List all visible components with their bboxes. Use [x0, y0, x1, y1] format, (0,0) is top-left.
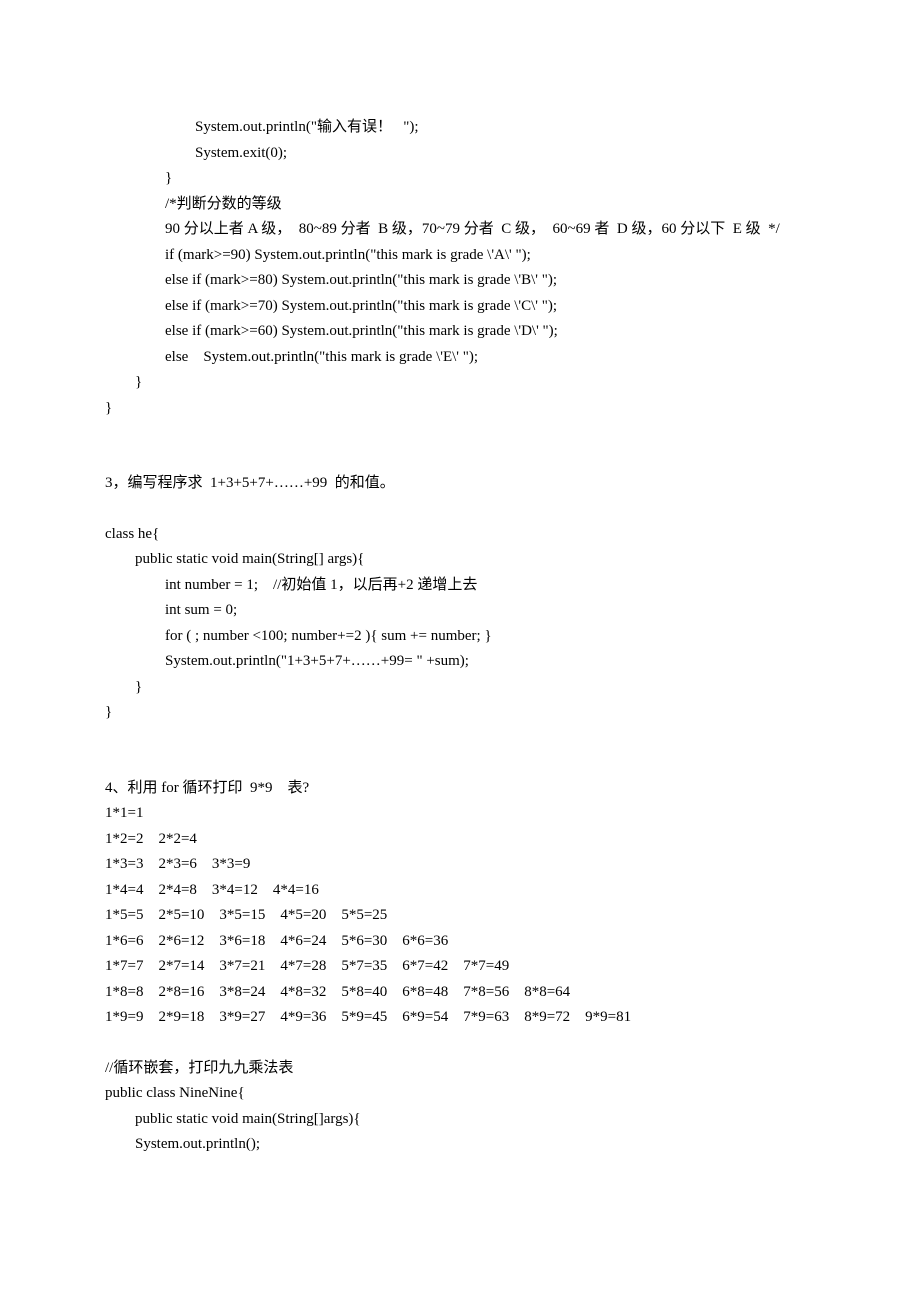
table-row: 1*1=1	[105, 805, 143, 821]
table-row: 1*2=2 2*2=4	[105, 831, 197, 847]
code-line: }	[105, 400, 112, 416]
code-line: 90 分以上者 A 级， 80~89 分者 B 级，70~79 分者 C 级， …	[105, 221, 780, 237]
code-line: else System.out.println("this mark is gr…	[105, 349, 478, 365]
code-line: //循环嵌套，打印九九乘法表	[105, 1060, 293, 1076]
code-line: int number = 1; //初始值 1，以后再+2 递增上去	[105, 577, 477, 593]
code-block-2: class he{ public static void main(String…	[105, 522, 815, 726]
table-row: 1*8=8 2*8=16 3*8=24 4*8=32 5*8=40 6*8=48…	[105, 984, 570, 1000]
code-line: public class NineNine{	[105, 1085, 245, 1101]
code-line: public static void main(String[]args){	[105, 1111, 361, 1127]
problem-4-heading: 4、利用 for 循环打印 9*9 表? 1*1=1 1*2=2 2*2=4 1…	[105, 776, 815, 1031]
code-line: }	[105, 170, 172, 186]
table-row: 1*9=9 2*9=18 3*9=27 4*9=36 5*9=45 6*9=54…	[105, 1009, 631, 1025]
code-line: public static void main(String[] args){	[105, 551, 364, 567]
heading-text: 3，编写程序求 1+3+5+7+……+99 的和值。	[105, 475, 395, 491]
code-block-1: System.out.println("输入有误！ "); System.exi…	[105, 115, 815, 421]
code-line: for ( ; number <100; number+=2 ){ sum +=…	[105, 628, 492, 644]
code-line: }	[105, 704, 112, 720]
table-row: 1*6=6 2*6=12 3*6=18 4*6=24 5*6=30 6*6=36	[105, 933, 448, 949]
code-line: /*判断分数的等级	[105, 196, 282, 212]
code-line: }	[105, 679, 142, 695]
code-line: System.out.println("1+3+5+7+……+99= " +su…	[105, 653, 469, 669]
code-line: }	[105, 374, 142, 390]
code-line: else if (mark>=60) System.out.println("t…	[105, 323, 558, 339]
code-line: else if (mark>=80) System.out.println("t…	[105, 272, 557, 288]
code-line: System.out.println("输入有误！ ");	[105, 119, 419, 135]
code-line: System.exit(0);	[105, 145, 287, 161]
code-line: System.out.println();	[105, 1136, 260, 1152]
heading-text: 4、利用 for 循环打印 9*9 表?	[105, 780, 309, 796]
table-row: 1*3=3 2*3=6 3*3=9	[105, 856, 250, 872]
table-row: 1*7=7 2*7=14 3*7=21 4*7=28 5*7=35 6*7=42…	[105, 958, 509, 974]
code-line: class he{	[105, 526, 159, 542]
code-line: else if (mark>=70) System.out.println("t…	[105, 298, 557, 314]
table-row: 1*5=5 2*5=10 3*5=15 4*5=20 5*5=25	[105, 907, 387, 923]
code-block-3: //循环嵌套，打印九九乘法表 public class NineNine{ pu…	[105, 1056, 815, 1158]
code-line: int sum = 0;	[105, 602, 237, 618]
code-line: if (mark>=90) System.out.println("this m…	[105, 247, 531, 263]
table-row: 1*4=4 2*4=8 3*4=12 4*4=16	[105, 882, 319, 898]
problem-3-heading: 3，编写程序求 1+3+5+7+……+99 的和值。	[105, 471, 815, 497]
